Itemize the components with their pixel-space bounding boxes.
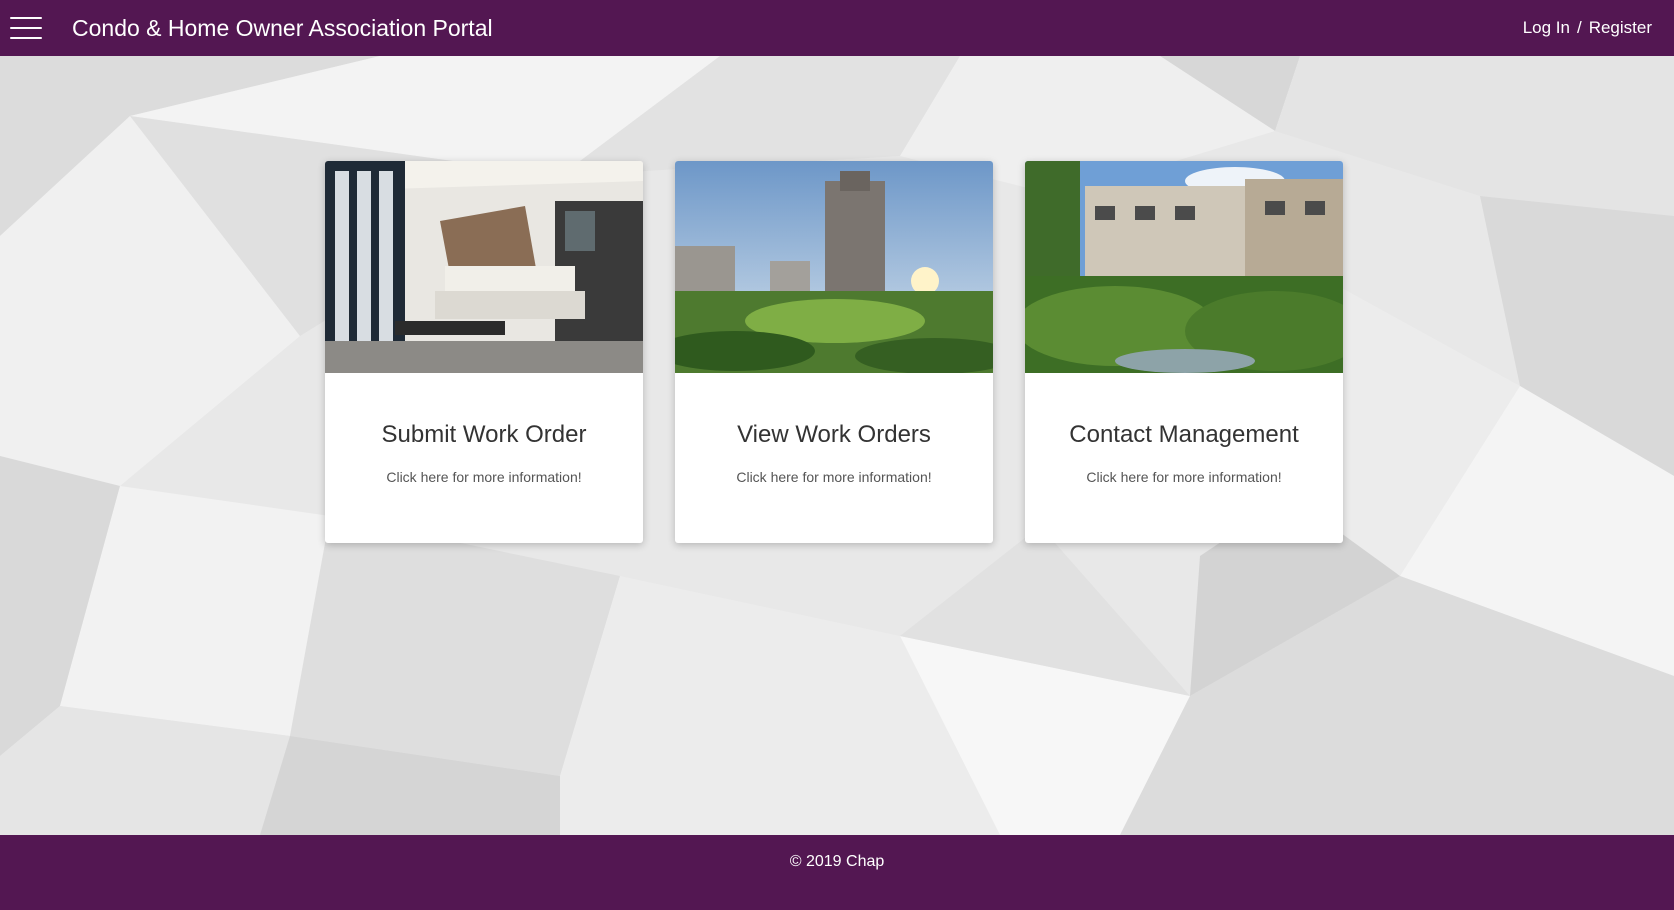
card-title: View Work Orders — [737, 421, 931, 448]
card-image-towers — [675, 161, 993, 373]
card-contact-management[interactable]: Contact Management Click here for more i… — [1025, 161, 1343, 543]
login-link[interactable]: Log In — [1523, 18, 1570, 38]
card-subtitle: Click here for more information! — [386, 469, 582, 485]
card-submit-work-order[interactable]: Submit Work Order Click here for more in… — [325, 161, 643, 543]
register-link[interactable]: Register — [1589, 18, 1652, 38]
footer-copyright: © 2019 Chap — [789, 853, 885, 870]
card-title: Submit Work Order — [381, 421, 587, 448]
top-navbar: Condo & Home Owner Association Portal Lo… — [0, 0, 1674, 56]
card-image-resort — [1025, 161, 1343, 373]
auth-separator: / — [1576, 18, 1582, 37]
card-image-living-room — [325, 161, 643, 373]
card-subtitle: Click here for more information! — [1086, 469, 1282, 485]
footer: © 2019 Chap — [0, 835, 1674, 910]
auth-links: Log In / Register — [1523, 18, 1652, 38]
card-title: Contact Management — [1069, 421, 1299, 448]
hamburger-menu-icon[interactable] — [10, 17, 42, 39]
action-cards: Submit Work Order Click here for more in… — [0, 56, 1674, 835]
card-subtitle: Click here for more information! — [736, 469, 932, 485]
app-title: Condo & Home Owner Association Portal — [72, 14, 493, 41]
card-view-work-orders[interactable]: View Work Orders Click here for more inf… — [675, 161, 993, 543]
